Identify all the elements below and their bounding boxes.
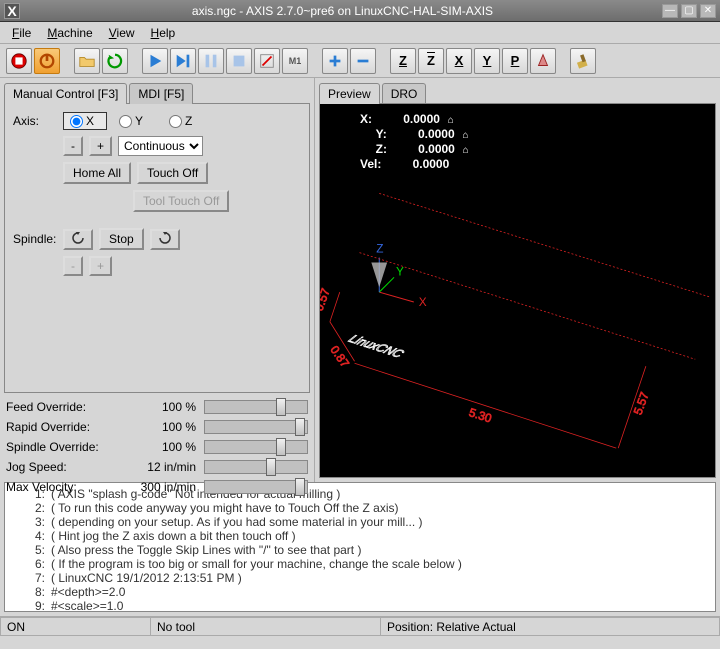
cone-button[interactable] xyxy=(530,48,556,74)
svg-text:5.57: 5.57 xyxy=(631,390,652,416)
menu-machine[interactable]: Machine xyxy=(41,24,98,42)
play-button[interactable] xyxy=(142,48,168,74)
open-button[interactable] xyxy=(74,48,100,74)
feed-override-slider[interactable] xyxy=(204,400,308,414)
tab-mdi[interactable]: MDI [F5] xyxy=(129,83,193,104)
menu-view[interactable]: View xyxy=(103,24,141,42)
tab-dro[interactable]: DRO xyxy=(382,83,427,104)
zoomin-button[interactable] xyxy=(322,48,348,74)
jog-speed-value: 12 in/min xyxy=(130,460,200,474)
svg-text:LinuxCNC: LinuxCNC xyxy=(345,333,407,361)
app-icon: X xyxy=(4,3,20,19)
menu-file[interactable]: File xyxy=(6,24,37,42)
statusbar: ON No tool Position: Relative Actual xyxy=(0,616,720,636)
jog-speed-slider[interactable] xyxy=(204,460,308,474)
status-tool: No tool xyxy=(150,617,380,636)
step-button[interactable] xyxy=(170,48,196,74)
spindle-stop-button[interactable]: Stop xyxy=(99,228,144,250)
optstop-button[interactable]: M1 xyxy=(282,48,308,74)
axis-z-radio[interactable]: Z xyxy=(163,113,207,129)
spindle-override-value: 100 % xyxy=(130,440,200,454)
stop-button[interactable] xyxy=(226,48,252,74)
jog-speed-label: Jog Speed: xyxy=(6,460,126,474)
spindle-inc-button[interactable]: + xyxy=(89,256,112,276)
titlebar: X axis.ngc - AXIS 2.7.0~pre6 on LinuxCNC… xyxy=(0,0,720,22)
touch-off-button[interactable]: Touch Off xyxy=(137,162,208,184)
gcode-pane[interactable]: 1:( AXIS "splash g-code" Not intended fo… xyxy=(4,482,716,612)
skip-button[interactable] xyxy=(254,48,280,74)
menubar: File Machine View Help xyxy=(0,22,720,44)
svg-text:Z: Z xyxy=(376,242,383,256)
feed-override-label: Feed Override: xyxy=(6,400,126,414)
view-z2-button[interactable]: Z xyxy=(418,48,444,74)
preview-graphics: X Y Z LinuxCNC 0.57 0.87 5.30 xyxy=(320,144,715,478)
view-z-button[interactable]: Z xyxy=(390,48,416,74)
rapid-override-slider[interactable] xyxy=(204,420,308,434)
tab-preview[interactable]: Preview xyxy=(319,83,380,104)
svg-text:5.30: 5.30 xyxy=(467,405,494,426)
axis-y-radio[interactable]: Y xyxy=(113,113,157,129)
close-button[interactable]: ✕ xyxy=(700,4,716,18)
spindle-dec-button[interactable]: - xyxy=(63,256,83,276)
pause-button[interactable] xyxy=(198,48,224,74)
spindle-override-label: Spindle Override: xyxy=(6,440,126,454)
right-panel: Preview DRO X: 0.0000 ⌂ Y: 0.0000 ⌂ Z: 0… xyxy=(315,78,720,482)
preview-area[interactable]: X: 0.0000 ⌂ Y: 0.0000 ⌂ Z: 0.0000 ⌂ Vel:… xyxy=(319,103,716,478)
jogmode-select[interactable]: Continuous xyxy=(118,136,203,156)
svg-text:0.57: 0.57 xyxy=(320,286,333,312)
view-p-button[interactable]: P xyxy=(502,48,528,74)
reload-button[interactable] xyxy=(102,48,128,74)
menu-help[interactable]: Help xyxy=(145,24,182,42)
svg-text:Y: Y xyxy=(396,264,404,278)
jog-minus-button[interactable]: - xyxy=(63,136,83,156)
rapid-override-value: 100 % xyxy=(130,420,200,434)
rapid-override-label: Rapid Override: xyxy=(6,420,126,434)
svg-text:X: X xyxy=(419,295,427,309)
status-position: Position: Relative Actual xyxy=(380,617,720,636)
view-y-button[interactable]: Y xyxy=(474,48,500,74)
view-x-button[interactable]: X xyxy=(446,48,472,74)
window-title: axis.ngc - AXIS 2.7.0~pre6 on LinuxCNC-H… xyxy=(26,4,659,18)
home-all-button[interactable]: Home All xyxy=(63,162,131,184)
max-velocity-slider[interactable] xyxy=(204,480,308,494)
spindle-label: Spindle: xyxy=(13,232,57,246)
estop-button[interactable] xyxy=(6,48,32,74)
minimize-button[interactable]: — xyxy=(662,4,678,18)
manual-panel: Axis: X Y Z - + Continuous Home All Touc… xyxy=(4,103,310,393)
tab-manual[interactable]: Manual Control [F3] xyxy=(4,83,127,104)
feed-override-value: 100 % xyxy=(130,400,200,414)
tool-touch-off-button[interactable]: Tool Touch Off xyxy=(133,190,229,212)
power-button[interactable] xyxy=(34,48,60,74)
spindle-ccw-button[interactable] xyxy=(63,229,93,250)
svg-text:0.87: 0.87 xyxy=(327,343,352,370)
zoomout-button[interactable] xyxy=(350,48,376,74)
axis-label: Axis: xyxy=(13,114,57,128)
clear-button[interactable] xyxy=(570,48,596,74)
jog-plus-button[interactable]: + xyxy=(89,136,112,156)
axis-x-radio[interactable]: X xyxy=(63,112,107,130)
spindle-override-slider[interactable] xyxy=(204,440,308,454)
maximize-button[interactable]: ▢ xyxy=(681,4,697,18)
left-panel: Manual Control [F3] MDI [F5] Axis: X Y Z… xyxy=(0,78,315,482)
status-on: ON xyxy=(0,617,150,636)
toolbar: M1 Z Z X Y P xyxy=(0,44,720,78)
spindle-cw-button[interactable] xyxy=(150,229,180,250)
overrides: Feed Override: 100 % Rapid Override: 100… xyxy=(0,393,314,501)
